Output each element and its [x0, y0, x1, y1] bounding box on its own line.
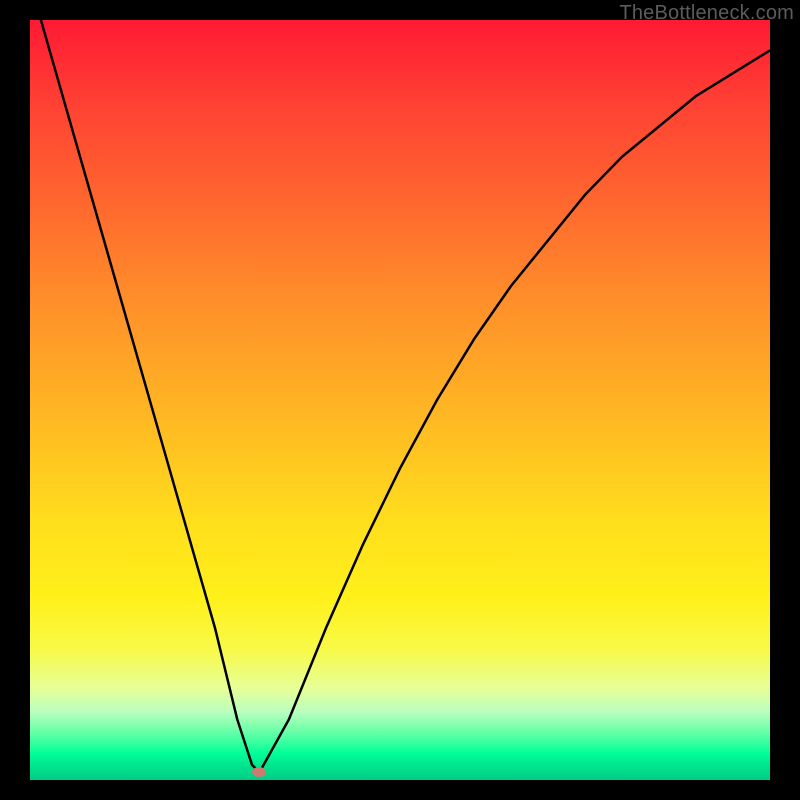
curve-layer: [30, 20, 770, 780]
bottleneck-curve: [30, 20, 770, 772]
chart-frame: TheBottleneck.com: [0, 0, 800, 800]
watermark-text: TheBottleneck.com: [619, 2, 794, 25]
